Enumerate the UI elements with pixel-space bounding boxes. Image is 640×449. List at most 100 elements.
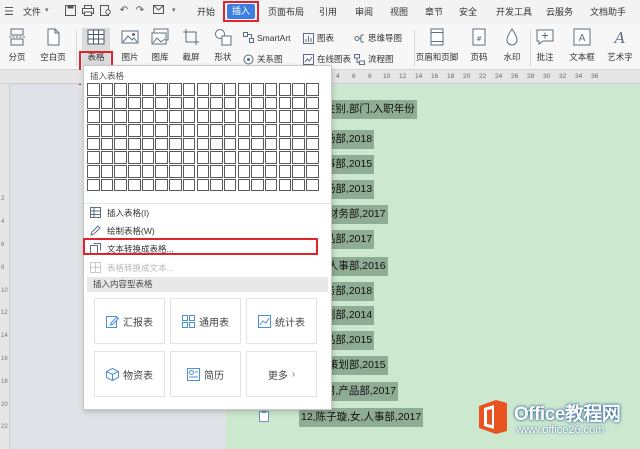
- tab-references[interactable]: 引用: [319, 5, 337, 18]
- table-grid-cell[interactable]: [128, 151, 141, 164]
- table-grid-cell[interactable]: [292, 110, 305, 123]
- table-grid-cell[interactable]: [128, 124, 141, 137]
- table-grid-cell[interactable]: [306, 110, 319, 123]
- hamburger-icon[interactable]: ☰: [4, 5, 14, 18]
- table-grid-cell[interactable]: [141, 165, 155, 178]
- table-grid-cell[interactable]: [223, 137, 237, 151]
- table-grid-cell[interactable]: [87, 83, 100, 96]
- more-tables-card[interactable]: 更多 ›: [246, 351, 317, 397]
- table-grid-cell[interactable]: [141, 124, 155, 137]
- table-grid-cell[interactable]: [251, 165, 264, 178]
- table-grid-cell[interactable]: [223, 151, 237, 164]
- tab-review[interactable]: 审阅: [355, 5, 373, 18]
- table-grid-cell[interactable]: [182, 83, 196, 96]
- table-grid-cell[interactable]: [182, 137, 196, 151]
- shapes-button[interactable]: 形状: [210, 28, 236, 63]
- table-grid-cell[interactable]: [210, 165, 223, 178]
- table-grid-cell[interactable]: [306, 178, 319, 192]
- draw-table-item[interactable]: 绘制表格(W): [90, 223, 325, 238]
- paste-options-icon[interactable]: [259, 410, 269, 422]
- table-grid-cell[interactable]: [223, 96, 237, 110]
- table-grid-cell[interactable]: [100, 137, 114, 151]
- table-grid-cell[interactable]: [251, 96, 264, 110]
- table-grid-cell[interactable]: [251, 110, 264, 123]
- table-grid-cell[interactable]: [210, 83, 223, 96]
- table-grid-cell[interactable]: [141, 178, 155, 192]
- redo-icon[interactable]: ↷: [134, 5, 146, 17]
- table-grid-cell[interactable]: [196, 137, 209, 151]
- table-grid-cell[interactable]: [169, 137, 182, 151]
- table-grid-cell[interactable]: [155, 151, 168, 164]
- resume-card[interactable]: 简历: [170, 351, 241, 397]
- table-grid-cell[interactable]: [264, 83, 278, 96]
- general-table-card[interactable]: 通用表: [170, 298, 241, 344]
- table-grid-cell[interactable]: [196, 151, 209, 164]
- table-grid-cell[interactable]: [141, 83, 155, 96]
- table-grid-cell[interactable]: [210, 151, 223, 164]
- table-grid-cell[interactable]: [306, 165, 319, 178]
- table-grid-cell[interactable]: [182, 124, 196, 137]
- table-grid-cell[interactable]: [264, 96, 278, 110]
- table-grid-cell[interactable]: [114, 96, 127, 110]
- table-grid-cell[interactable]: [292, 151, 305, 164]
- table-grid-cell[interactable]: [306, 83, 319, 96]
- online-chart-button[interactable]: 在线图表: [303, 53, 351, 65]
- table-grid-cell[interactable]: [196, 96, 209, 110]
- table-grid-cell[interactable]: [223, 178, 237, 192]
- comment-button[interactable]: 批注: [533, 28, 557, 63]
- table-grid-cell[interactable]: [196, 178, 209, 192]
- gallery-button[interactable]: 图库: [147, 28, 173, 63]
- document-line[interactable]: 12,陈子璇,女,人事部,2017: [299, 408, 424, 427]
- mindmap-button[interactable]: 思维导图: [354, 32, 402, 44]
- table-grid-cell[interactable]: [141, 151, 155, 164]
- table-grid-cell[interactable]: [278, 178, 292, 192]
- table-grid-cell[interactable]: [100, 83, 114, 96]
- table-grid-cell[interactable]: [155, 178, 168, 192]
- stats-table-card[interactable]: 统计表: [246, 298, 317, 344]
- table-grid-cell[interactable]: [264, 178, 278, 192]
- header-footer-button[interactable]: 页眉和页脚: [415, 28, 459, 63]
- table-grid-cell[interactable]: [210, 124, 223, 137]
- chart-button[interactable]: 图表: [303, 32, 334, 44]
- table-grid-cell[interactable]: [278, 151, 292, 164]
- table-grid-cell[interactable]: [292, 124, 305, 137]
- table-grid-cell[interactable]: [251, 178, 264, 192]
- table-grid-cell[interactable]: [237, 165, 251, 178]
- tab-chapter[interactable]: 章节: [425, 5, 443, 18]
- table-grid-cell[interactable]: [264, 137, 278, 151]
- table-grid-cell[interactable]: [306, 124, 319, 137]
- watermark-button[interactable]: 水印: [497, 28, 527, 63]
- table-grid-cell[interactable]: [278, 137, 292, 151]
- table-grid-cell[interactable]: [292, 83, 305, 96]
- table-grid-cell[interactable]: [278, 96, 292, 110]
- table-grid-cell[interactable]: [155, 137, 168, 151]
- screenshot-button[interactable]: 截屏: [178, 28, 204, 63]
- table-grid-cell[interactable]: [155, 96, 168, 110]
- table-grid-cell[interactable]: [87, 137, 100, 151]
- table-grid-cell[interactable]: [251, 151, 264, 164]
- mail-icon[interactable]: [152, 5, 164, 17]
- table-grid-cell[interactable]: [141, 96, 155, 110]
- table-grid-cell[interactable]: [169, 165, 182, 178]
- table-grid-cell[interactable]: [100, 165, 114, 178]
- table-grid-cell[interactable]: [196, 83, 209, 96]
- table-grid-cell[interactable]: [306, 96, 319, 110]
- table-grid-cell[interactable]: [87, 165, 100, 178]
- table-grid-cell[interactable]: [182, 96, 196, 110]
- table-grid-cell[interactable]: [100, 178, 114, 192]
- table-grid-cell[interactable]: [223, 124, 237, 137]
- page-number-button[interactable]: # 页码: [464, 28, 494, 63]
- table-grid-cell[interactable]: [278, 165, 292, 178]
- table-grid-cell[interactable]: [306, 137, 319, 151]
- table-grid-cell[interactable]: [237, 178, 251, 192]
- chevron-down-icon[interactable]: ▾: [172, 6, 176, 14]
- table-grid-cell[interactable]: [169, 178, 182, 192]
- smartart-button[interactable]: SmartArt: [243, 32, 291, 43]
- table-grid-cell[interactable]: [264, 124, 278, 137]
- table-grid-cell[interactable]: [128, 110, 141, 123]
- table-grid-cell[interactable]: [251, 124, 264, 137]
- table-grid-cell[interactable]: [237, 110, 251, 123]
- table-size-grid[interactable]: [87, 83, 319, 192]
- table-grid-cell[interactable]: [251, 83, 264, 96]
- table-grid-cell[interactable]: [100, 151, 114, 164]
